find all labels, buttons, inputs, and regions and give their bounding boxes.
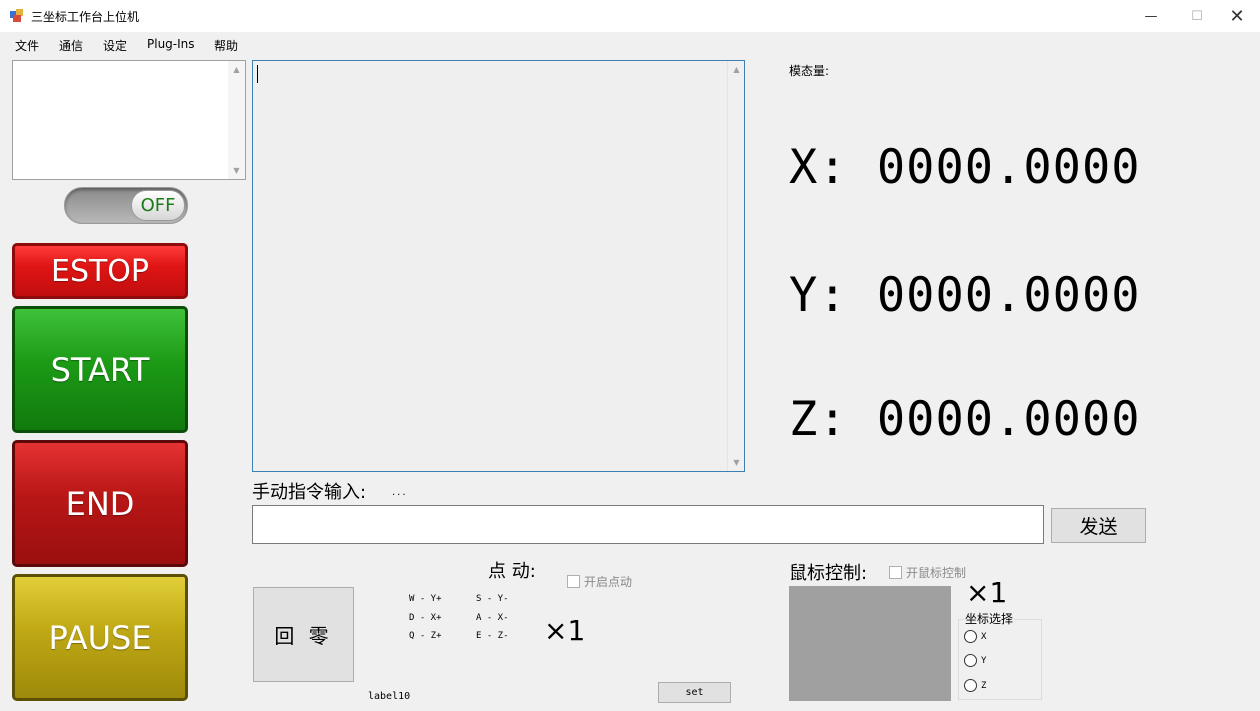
end-button[interactable]: END [12, 440, 188, 567]
app-icon [10, 9, 24, 22]
toggle-knob[interactable]: OFF [131, 190, 185, 221]
axis-radio-y[interactable]: Y [964, 654, 986, 667]
jog-enable-checkbox[interactable]: 开启点动 [567, 573, 632, 590]
axis-radio-z[interactable]: Z [964, 679, 986, 692]
listbox-scrollbar[interactable]: ▲ ▼ [228, 61, 245, 179]
x-coordinate: X: 0000.0000 [789, 140, 1141, 195]
jog-multiplier: ×1 [544, 614, 586, 647]
manual-command-label: 手动指令输入: [252, 482, 367, 503]
z-coordinate: Z: 0000.0000 [789, 392, 1141, 447]
radio-icon[interactable] [964, 630, 977, 643]
checkbox-box[interactable] [567, 575, 580, 588]
y-coordinate: Y: 0000.0000 [789, 268, 1141, 323]
keymap-item: W - Y+ [409, 594, 442, 604]
radio-icon[interactable] [964, 654, 977, 667]
menu-settings[interactable]: 设定 [103, 37, 127, 54]
keymap-item: Q - Z+ [409, 631, 442, 641]
menu-help[interactable]: 帮助 [214, 37, 238, 54]
start-button[interactable]: START [12, 306, 188, 433]
axis-radio-label: X [981, 631, 987, 642]
keymap-item: S - Y- [476, 594, 509, 604]
toggle-label: OFF [140, 195, 176, 216]
home-button[interactable]: 回 零 [253, 587, 354, 682]
scroll-down-icon[interactable]: ▼ [228, 162, 245, 179]
port-listbox[interactable]: ▲ ▼ [12, 60, 246, 180]
manual-command-hint: ... [392, 487, 408, 498]
menu-file[interactable]: 文件 [15, 37, 39, 54]
title-bar: 三坐标工作台上位机 — ☐ ✕ [0, 0, 1260, 32]
jog-label: 点 动: [488, 561, 536, 582]
scroll-down-icon[interactable]: ▼ [728, 454, 745, 471]
close-button[interactable]: ✕ [1214, 0, 1260, 32]
modal-label: 模态量: [789, 64, 830, 78]
mouse-control-pad[interactable] [789, 586, 951, 701]
menu-plugins[interactable]: Plug-Ins [147, 37, 195, 51]
estop-button[interactable]: ESTOP [12, 243, 188, 299]
mouse-control-label: 鼠标控制: [789, 563, 868, 584]
keymap-item: A - X- [476, 613, 509, 623]
connection-toggle[interactable]: OFF [64, 187, 188, 224]
window-title: 三坐标工作台上位机 [31, 10, 140, 24]
axis-radio-label: Z [981, 680, 987, 691]
jog-enable-label: 开启点动 [584, 575, 633, 589]
radio-icon[interactable] [964, 679, 977, 692]
axis-radio-x[interactable]: X [964, 630, 986, 643]
command-input[interactable] [252, 505, 1044, 544]
send-button[interactable]: 发送 [1051, 508, 1146, 543]
set-button[interactable]: set [658, 682, 731, 703]
checkbox-box[interactable] [889, 566, 902, 579]
mouse-multiplier: ×1 [966, 576, 1008, 609]
text-caret [257, 65, 258, 83]
label10: label10 [368, 691, 411, 702]
mouse-enable-checkbox[interactable]: 开鼠标控制 [889, 564, 966, 581]
menu-comm[interactable]: 通信 [59, 37, 83, 54]
axis-radio-label: Y [981, 655, 987, 666]
keymap-item: D - X+ [409, 613, 442, 623]
pause-button[interactable]: PAUSE [12, 574, 188, 701]
menu-bar: 文件 通信 设定 Plug-Ins 帮助 [0, 34, 1260, 56]
scroll-up-icon[interactable]: ▲ [728, 61, 745, 78]
axis-select-title: 坐标选择 [964, 610, 1015, 627]
log-scrollbar[interactable]: ▲ ▼ [727, 61, 744, 471]
minimize-button[interactable]: — [1128, 0, 1174, 32]
scroll-up-icon[interactable]: ▲ [228, 61, 245, 78]
mouse-enable-label: 开鼠标控制 [906, 566, 967, 580]
keymap-item: E - Z- [476, 631, 509, 641]
log-textarea[interactable]: ▲ ▼ [252, 60, 745, 472]
